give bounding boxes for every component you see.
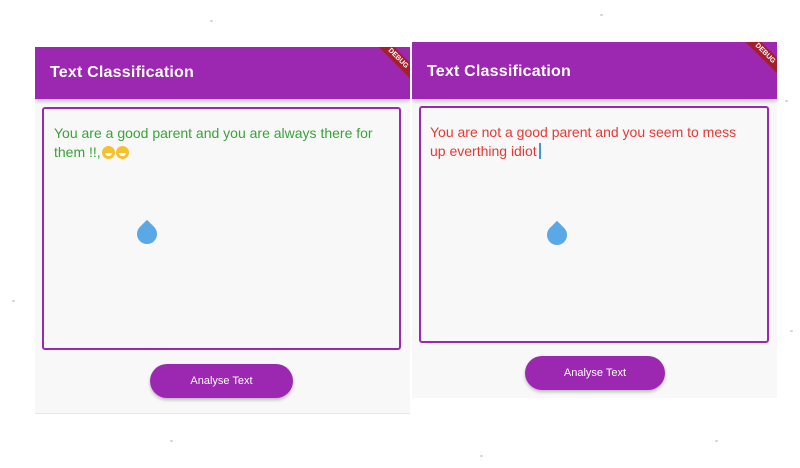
background-speck	[715, 440, 718, 442]
analyse-text-button[interactable]: Analyse Text	[150, 364, 293, 398]
app-bar: Text Classification DEBUG	[412, 42, 777, 99]
background-speck	[12, 300, 15, 302]
app-bar-title: Text Classification	[50, 64, 194, 81]
background-speck	[790, 330, 793, 332]
screen-negative: Text Classification DEBUG You are not a …	[412, 42, 777, 398]
text-cursor-handle-icon[interactable]	[132, 219, 162, 249]
text-cursor-handle-icon[interactable]	[542, 220, 572, 250]
app-bar: Text Classification DEBUG	[35, 47, 410, 99]
background-speck	[170, 440, 173, 442]
grinning-face-icon	[101, 146, 115, 159]
text-input-field[interactable]: You are a good parent and you are always…	[42, 107, 401, 350]
background-speck	[480, 455, 483, 457]
grinning-face-icon	[115, 146, 129, 159]
background-speck	[600, 14, 603, 16]
analyse-text-button[interactable]: Analyse Text	[525, 356, 665, 390]
screen-positive: Text Classification DEBUG You are a good…	[35, 47, 410, 414]
background-speck	[785, 100, 788, 102]
debug-banner: DEBUG	[739, 42, 777, 79]
input-text-content[interactable]: You are not a good parent and you seem t…	[430, 123, 750, 161]
text-input-field[interactable]: You are not a good parent and you seem t…	[419, 106, 769, 343]
input-text-value: You are not a good parent and you seem t…	[430, 124, 737, 159]
background-speck	[210, 20, 213, 22]
text-cursor	[538, 143, 541, 159]
debug-banner: DEBUG	[372, 47, 410, 84]
input-text-content[interactable]: You are a good parent and you are always…	[54, 124, 394, 162]
app-bar-title: Text Classification	[427, 63, 571, 80]
